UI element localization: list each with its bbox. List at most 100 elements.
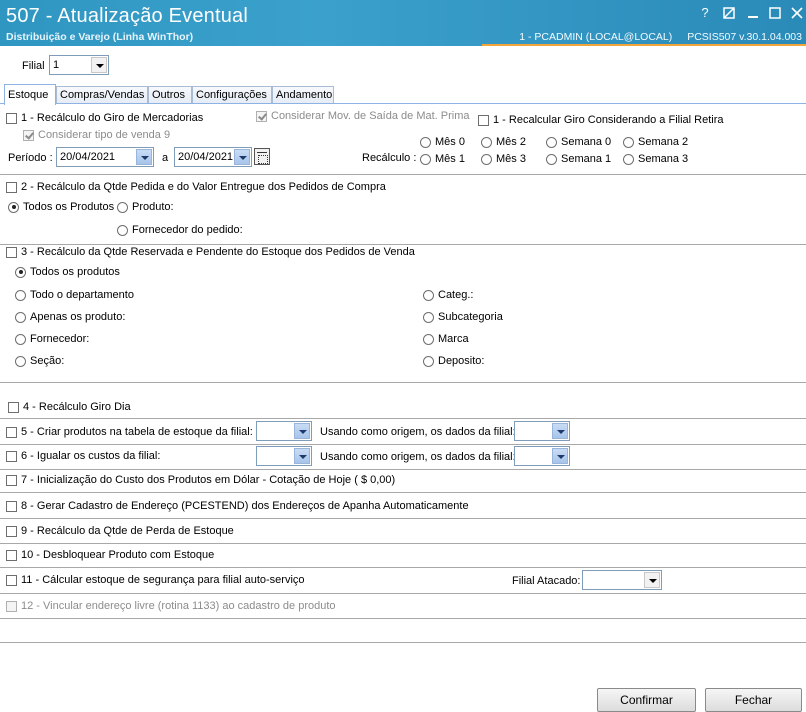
radio-mes3[interactable]: Mês 3 [481, 153, 526, 165]
sec5-checkbox[interactable]: 5 - Criar produtos na tabela de estoque … [6, 426, 253, 438]
chevron-down-icon[interactable] [552, 423, 568, 439]
checkbox-box[interactable] [6, 426, 17, 438]
sec8-checkbox[interactable]: 8 - Gerar Cadastro de Endereço (PCESTEND… [6, 500, 469, 512]
sec2-checkbox[interactable]: 2 - Recálculo da Qtde Pedida e do Valor … [6, 181, 386, 193]
tab-compras-vendas[interactable]: Compras/Vendas [56, 86, 148, 104]
radio-circle[interactable] [481, 136, 492, 148]
sec12-checkbox[interactable]: 12 - Vincular endereço livre (rotina 113… [6, 600, 336, 612]
radio-circle[interactable] [117, 201, 128, 213]
radio-circle[interactable] [623, 136, 634, 148]
date-from-picker[interactable]: 20/04/2021 [56, 147, 154, 167]
checkbox-box[interactable] [8, 401, 19, 413]
sec3-radio-deposito[interactable]: Deposito: [423, 355, 484, 367]
recalcular-filial-checkbox[interactable]: 1 - Recalcular Giro Considerando a Filia… [478, 114, 723, 126]
checkbox-box[interactable] [6, 500, 17, 512]
radio-circle[interactable] [15, 289, 26, 301]
radio-circle[interactable] [420, 136, 431, 148]
checkbox-box[interactable] [6, 600, 17, 612]
sec11-checkbox[interactable]: 11 - Cálcular estoque de segurança para … [6, 574, 305, 586]
sec6-origem-select[interactable] [514, 446, 570, 466]
chevron-down-icon[interactable] [294, 448, 310, 464]
close-icon[interactable] [788, 4, 806, 22]
radio-circle[interactable] [423, 311, 434, 323]
tab-outros[interactable]: Outros [148, 86, 192, 104]
sec1-checkbox[interactable]: 1 - Recálculo do Giro de Mercadorias [6, 112, 203, 124]
checkbox-box[interactable] [6, 450, 17, 462]
sec3-radio-subcategoria[interactable]: Subcategoria [423, 311, 503, 323]
minimize-icon[interactable] [744, 4, 762, 22]
sec3-radio-marca[interactable]: Marca [423, 333, 469, 345]
radio-circle[interactable] [423, 333, 434, 345]
sec10-checkbox[interactable]: 10 - Desbloquear Produto com Estoque [6, 549, 214, 561]
divider [0, 543, 806, 544]
considerar-mov-checkbox[interactable]: Considerar Mov. de Saída de Mat. Prima [256, 110, 470, 122]
checkbox-box[interactable] [6, 474, 17, 486]
sec3-checkbox[interactable]: 3 - Recálculo da Qtde Reservada e Penden… [6, 246, 415, 258]
radio-circle[interactable] [15, 266, 26, 278]
close-button[interactable]: Fechar [705, 688, 802, 712]
chevron-down-icon[interactable] [644, 572, 660, 588]
restore-icon[interactable] [720, 4, 738, 22]
radio-circle[interactable] [481, 153, 492, 165]
radio-semana1[interactable]: Semana 1 [546, 153, 611, 165]
sec6-filial-select[interactable] [256, 446, 312, 466]
radio-mes2[interactable]: Mês 2 [481, 136, 526, 148]
checkbox-box[interactable] [478, 114, 489, 126]
checkbox-box[interactable] [6, 525, 17, 537]
sec6-checkbox[interactable]: 6 - Igualar os custos da filial: [6, 450, 160, 462]
tab-estoque[interactable]: Estoque [4, 84, 56, 105]
radio-circle[interactable] [8, 201, 19, 213]
radio-mes0[interactable]: Mês 0 [420, 136, 465, 148]
radio-semana3[interactable]: Semana 3 [623, 153, 688, 165]
checkbox-box[interactable] [6, 574, 17, 586]
sec5-origem-select[interactable] [514, 421, 570, 441]
checkbox-box[interactable] [6, 112, 17, 124]
considerar-tipo-checkbox[interactable]: Considerar tipo de venda 9 [23, 129, 170, 141]
calendar-icon[interactable] [254, 148, 270, 165]
sec4-checkbox[interactable]: 4 - Recálculo Giro Dia [8, 401, 131, 413]
radio-circle[interactable] [420, 153, 431, 165]
chevron-down-icon[interactable] [234, 149, 250, 165]
sec5-filial-select[interactable] [256, 421, 312, 441]
sec9-checkbox[interactable]: 9 - Recálculo da Qtde de Perda de Estoqu… [6, 525, 234, 537]
radio-circle[interactable] [117, 224, 128, 236]
sec3-radio-fornecedor[interactable]: Fornecedor: [15, 333, 89, 345]
sec2-radio-todos[interactable]: Todos os Produtos [8, 201, 114, 213]
checkbox-box[interactable] [6, 246, 17, 258]
checkbox-box[interactable] [256, 110, 267, 122]
date-to-picker[interactable]: 20/04/2021 [174, 147, 252, 167]
radio-circle[interactable] [546, 153, 557, 165]
checkbox-box[interactable] [6, 549, 17, 561]
radio-circle[interactable] [15, 355, 26, 367]
sec7-checkbox[interactable]: 7 - Inicialização do Custo dos Produtos … [6, 474, 395, 486]
confirm-button[interactable]: Confirmar [597, 688, 696, 712]
radio-circle[interactable] [623, 153, 634, 165]
radio-semana2[interactable]: Semana 2 [623, 136, 688, 148]
radio-circle[interactable] [423, 355, 434, 367]
chevron-down-icon[interactable] [552, 448, 568, 464]
radio-circle[interactable] [15, 311, 26, 323]
chevron-down-icon[interactable] [136, 149, 152, 165]
radio-circle[interactable] [546, 136, 557, 148]
sec3-radio-todos[interactable]: Todos os produtos [15, 266, 120, 278]
filial-select[interactable]: 1 [49, 55, 109, 75]
chevron-down-icon[interactable] [294, 423, 310, 439]
sec3-radio-produto[interactable]: Apenas os produto: [15, 311, 125, 323]
radio-semana0[interactable]: Semana 0 [546, 136, 611, 148]
maximize-icon[interactable] [766, 4, 784, 22]
sec3-radio-categ[interactable]: Categ.: [423, 289, 473, 301]
checkbox-box[interactable] [23, 129, 34, 141]
radio-mes1[interactable]: Mês 1 [420, 153, 465, 165]
tab-andamento[interactable]: Andamento [272, 86, 334, 104]
checkbox-box[interactable] [6, 181, 17, 193]
filial-atacado-select[interactable] [582, 570, 662, 590]
radio-circle[interactable] [15, 333, 26, 345]
sec3-radio-secao[interactable]: Seção: [15, 355, 64, 367]
tab-configuracoes[interactable]: Configurações [192, 86, 272, 104]
sec2-radio-produto[interactable]: Produto: [117, 201, 174, 213]
help-icon[interactable]: ? [696, 4, 714, 22]
sec3-radio-departamento[interactable]: Todo o departamento [15, 289, 134, 301]
sec2-radio-fornecedor[interactable]: Fornecedor do pedido: [117, 224, 243, 236]
chevron-down-icon[interactable] [91, 57, 107, 73]
radio-circle[interactable] [423, 289, 434, 301]
